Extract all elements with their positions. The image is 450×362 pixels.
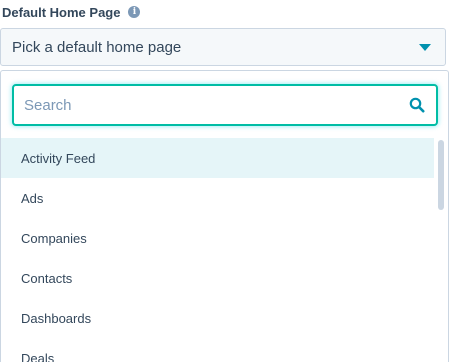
- option-label: Dashboards: [21, 310, 92, 326]
- search-box: [12, 84, 438, 126]
- option-label: Deals: [21, 350, 55, 362]
- scrollbar-thumb[interactable]: [438, 140, 444, 210]
- option-label: Ads: [21, 190, 44, 206]
- option-activity-feed[interactable]: Activity Feed: [1, 138, 434, 178]
- field-label: Default Home Page: [2, 4, 121, 20]
- default-home-page-field: Default Home Page i Pick a default home …: [0, 0, 450, 362]
- search-icon[interactable]: [408, 96, 426, 114]
- caret-down-icon: [419, 43, 431, 51]
- info-icon[interactable]: i: [128, 6, 141, 18]
- field-label-row: Default Home Page i: [2, 2, 141, 22]
- select-value: Pick a default home page: [12, 38, 182, 56]
- option-companies[interactable]: Companies: [1, 218, 434, 258]
- scrollbar[interactable]: [435, 138, 447, 362]
- option-deals[interactable]: Deals: [1, 338, 434, 362]
- option-contacts[interactable]: Contacts: [1, 258, 434, 298]
- search-input[interactable]: [24, 96, 408, 114]
- option-label: Companies: [21, 230, 87, 246]
- dropdown-menu: Activity Feed Ads Companies Contacts Das…: [0, 70, 449, 362]
- option-ads[interactable]: Ads: [1, 178, 434, 218]
- options-list: Activity Feed Ads Companies Contacts Das…: [1, 138, 434, 362]
- option-label: Contacts: [21, 270, 73, 286]
- option-dashboards[interactable]: Dashboards: [1, 298, 434, 338]
- option-label: Activity Feed: [21, 150, 96, 166]
- home-page-select[interactable]: Pick a default home page: [0, 28, 446, 66]
